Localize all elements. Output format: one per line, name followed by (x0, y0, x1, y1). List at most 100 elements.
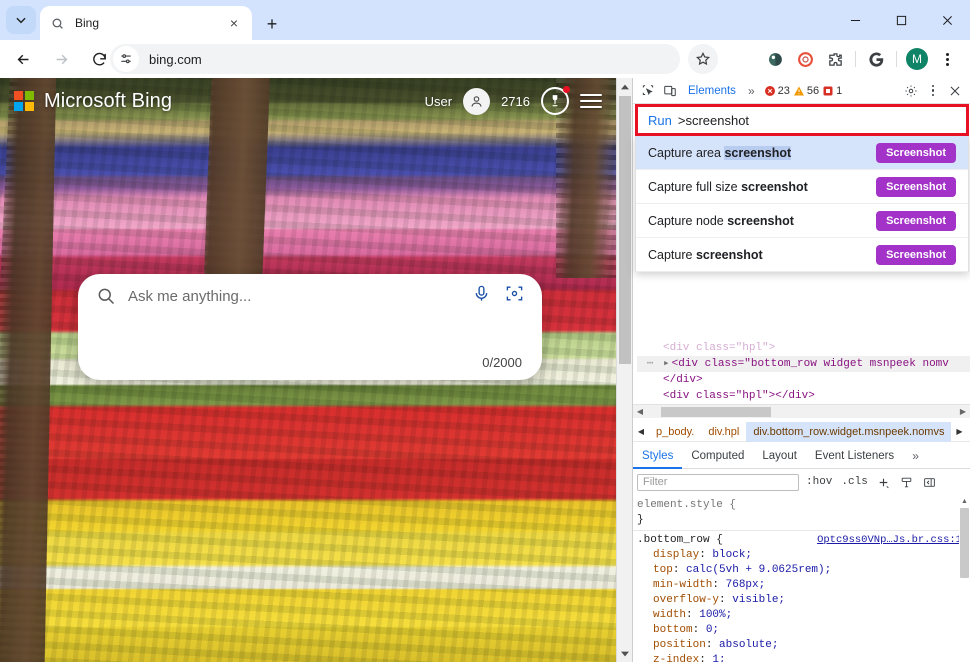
three-dot-menu-icon[interactable] (922, 80, 944, 102)
declaration: position: absolute; (653, 639, 779, 651)
breadcrumb-scroll-right[interactable]: ▶ (951, 423, 967, 441)
styles-scrollbar[interactable]: ▲ ▼ (959, 496, 970, 662)
tab-search-button[interactable] (6, 6, 36, 34)
tab-event-listeners[interactable]: Event Listeners (806, 444, 903, 469)
bing-logo[interactable]: Microsoft Bing (14, 90, 172, 113)
three-dot-menu-icon[interactable] (932, 44, 962, 74)
dom-horizontal-scrollbar[interactable]: ◀ ▶ (633, 404, 970, 418)
rewards-badge[interactable] (541, 86, 570, 115)
page-viewport: Microsoft Bing User 2716 Ask me anything… (0, 78, 632, 662)
bookmark-button[interactable] (688, 44, 718, 74)
back-button[interactable] (8, 44, 38, 74)
tab-title: Bing (75, 16, 100, 30)
profile-globe-icon[interactable] (760, 44, 790, 74)
issue-counter[interactable]: 1 (822, 85, 842, 97)
scrollbar-thumb[interactable] (960, 508, 969, 578)
hamburger-icon[interactable] (580, 94, 602, 108)
breadcrumb-item-p-body[interactable]: p_body. (649, 422, 701, 442)
warning-counter[interactable]: 56 (793, 85, 819, 97)
command-item-capture-screenshot[interactable]: Capture screenshot Screenshot (636, 238, 968, 272)
style-rule-element-style[interactable]: element.style { } (633, 496, 970, 531)
page-scrollbar[interactable] (616, 78, 632, 662)
style-rule-bottom-row[interactable]: .bottom_row { Optc9ss0VNp…Js.br.css:1 di… (633, 531, 970, 662)
command-item-capture-full-size[interactable]: Capture full size screenshot Screenshot (636, 170, 968, 204)
scroll-up-icon[interactable]: ▲ (959, 496, 970, 507)
avatar[interactable]: M (902, 44, 932, 74)
more-panels-icon[interactable]: » (743, 84, 760, 98)
command-menu-input[interactable]: Run >screenshot (635, 104, 969, 136)
command-menu-results: Capture area screenshot Screenshot Captu… (635, 136, 969, 272)
tab-elements[interactable]: Elements (681, 78, 743, 104)
issue-counters: 23 56 1 (764, 85, 842, 97)
microphone-icon[interactable] (472, 284, 491, 308)
command-item-action: Screenshot (876, 142, 956, 163)
declaration: bottom: 0; (653, 624, 720, 636)
scroll-left-icon[interactable]: ◀ (633, 407, 647, 416)
address-bar[interactable]: bing.com (110, 44, 680, 74)
cls-toggle[interactable]: .cls (839, 476, 869, 488)
close-icon[interactable] (944, 80, 966, 102)
close-icon[interactable]: × (224, 13, 244, 33)
breadcrumb-item-div-bottom-row[interactable]: div.bottom_row.widget.msnpeek.nomvs (746, 421, 952, 442)
tab-computed[interactable]: Computed (682, 444, 753, 469)
minimize-icon[interactable] (832, 0, 878, 40)
styles-rules-list[interactable]: element.style { } .bottom_row { Optc9ss0… (633, 496, 970, 662)
dom-line[interactable]: ⋯ ▸ <div class="bottom_row widget msnpee… (637, 356, 970, 372)
gear-icon[interactable] (900, 80, 922, 102)
declaration-property: position (653, 639, 706, 651)
notification-dot (563, 86, 570, 93)
scrollbar-track[interactable] (647, 406, 956, 417)
dom-line[interactable]: <div class="hpl"></div> (637, 388, 970, 402)
search-input[interactable]: Ask me anything... (128, 288, 472, 305)
new-tab-button[interactable]: + (258, 10, 286, 38)
dom-line[interactable]: </div> (637, 372, 970, 388)
command-menu-query: >screenshot (677, 112, 750, 128)
lifesaver-icon[interactable] (790, 44, 820, 74)
tab-styles[interactable]: Styles (633, 444, 682, 469)
breadcrumb-scroll-left[interactable]: ◀ (633, 423, 649, 441)
command-item-capture-node[interactable]: Capture node screenshot Screenshot (636, 204, 968, 238)
site-settings-button[interactable] (113, 46, 139, 72)
search-card[interactable]: Ask me anything... 0/2000 (78, 274, 542, 380)
device-toolbar-icon[interactable] (659, 80, 681, 102)
maximize-icon[interactable] (878, 0, 924, 40)
declaration-value: 0; (705, 624, 720, 636)
breadcrumb-item-div-hpl[interactable]: div.hpl (701, 422, 746, 442)
tune-icon (121, 54, 131, 64)
dom-line-partial[interactable]: <div class="hpl"> (637, 340, 970, 356)
chevron-down-icon (16, 17, 26, 24)
toggle-print-media-icon[interactable] (898, 473, 916, 491)
styles-toolbar: Filter :hov .cls (633, 470, 970, 494)
error-counter[interactable]: 23 (764, 85, 790, 97)
tab-more-icon[interactable]: » (903, 444, 928, 469)
tab-layout[interactable]: Layout (753, 444, 806, 469)
user-account-button[interactable] (463, 87, 491, 115)
toggle-computed-sidebar-icon[interactable] (921, 473, 939, 491)
scroll-up-icon[interactable] (617, 78, 633, 95)
dom-ellipsis[interactable]: ⋯ (637, 356, 663, 372)
browser-tab[interactable]: Bing × (40, 6, 252, 40)
command-item-match: screenshot (727, 213, 794, 228)
declaration-value: visible; (732, 594, 786, 606)
google-icon[interactable] (861, 44, 891, 74)
inspect-element-icon[interactable] (637, 80, 659, 102)
scroll-right-icon[interactable]: ▶ (956, 407, 970, 416)
close-icon[interactable] (924, 0, 970, 40)
styles-filter-input[interactable]: Filter (637, 473, 799, 491)
declaration-property: display (653, 549, 700, 561)
dom-line-text: <div class="hpl"> (663, 342, 776, 354)
camera-visual-search-icon[interactable] (505, 284, 524, 308)
hov-toggle[interactable]: :hov (804, 476, 834, 488)
styles-panel-tabs: Styles Computed Layout Event Listeners » (633, 444, 970, 469)
expand-arrow-icon[interactable]: ▸ (663, 356, 670, 372)
scroll-down-icon[interactable] (617, 645, 633, 662)
dom-tree[interactable]: <div class="hpl"> ⋯ ▸ <div class="bottom… (633, 340, 970, 402)
plus-new-style-rule-icon[interactable] (875, 473, 893, 491)
rule-source-link[interactable]: Optc9ss0VNp…Js.br.css:1 (817, 533, 962, 548)
scrollbar-thumb[interactable] (619, 96, 631, 364)
command-item-capture-area[interactable]: Capture area screenshot Screenshot (636, 136, 968, 170)
puzzle-icon[interactable] (820, 44, 850, 74)
search-input-row: Ask me anything... (78, 274, 542, 318)
rule-selector: element.style { (637, 499, 737, 511)
scrollbar-thumb[interactable] (661, 406, 771, 417)
